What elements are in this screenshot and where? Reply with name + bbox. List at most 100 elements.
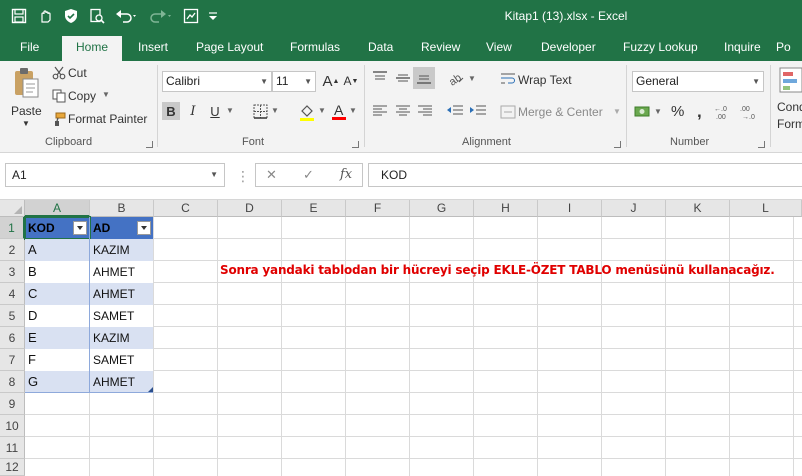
column-header-j[interactable]: J: [602, 200, 666, 217]
table-cell[interactable]: KAZIM: [90, 239, 153, 261]
font-name-combo[interactable]: Calibri ▼: [162, 71, 272, 92]
borders-icon[interactable]: [253, 104, 268, 119]
column-header-i[interactable]: I: [538, 200, 602, 217]
tab-page-layout[interactable]: Page Layout: [196, 38, 263, 61]
table-cell[interactable]: D: [25, 305, 89, 327]
table-cell[interactable]: F: [25, 349, 89, 371]
conditional-formatting-button[interactable]: Cond Form: [775, 65, 802, 131]
table-cell[interactable]: SAMET: [90, 305, 153, 327]
row-header-8[interactable]: 8: [0, 371, 25, 393]
tab-power[interactable]: Po: [776, 38, 791, 61]
table-cell[interactable]: KAZIM: [90, 327, 153, 349]
column-header-d[interactable]: D: [218, 200, 282, 217]
column-header-b[interactable]: B: [90, 200, 154, 217]
table-cell[interactable]: E: [25, 327, 89, 349]
row-header-3[interactable]: 3: [0, 261, 25, 283]
decrease-indent-icon[interactable]: [446, 104, 464, 118]
bottom-align-button[interactable]: [413, 67, 435, 89]
number-launcher-icon[interactable]: [758, 141, 765, 148]
tab-file[interactable]: File: [20, 38, 39, 61]
column-header-l[interactable]: L: [730, 200, 802, 217]
increase-font-icon[interactable]: A ▲: [322, 72, 340, 90]
comma-style-icon[interactable]: ,: [697, 102, 702, 122]
fill-dropdown-icon[interactable]: ▼: [318, 106, 326, 115]
clipboard-launcher-icon[interactable]: [146, 141, 153, 148]
row-header-6[interactable]: 6: [0, 327, 25, 349]
align-left-icon[interactable]: [372, 104, 388, 118]
confirm-entry-icon[interactable]: ✓: [303, 167, 314, 183]
align-right-icon[interactable]: [417, 104, 433, 118]
row-header-2[interactable]: 2: [0, 239, 25, 261]
tab-review[interactable]: Review: [421, 38, 460, 61]
copy-button[interactable]: Copy: [68, 89, 96, 103]
worksheet-grid[interactable]: A B C D E F G H I J K L 1 2 3 4 5 6 7 8 …: [0, 200, 802, 476]
accounting-format-icon[interactable]: [634, 104, 652, 120]
column-header-c[interactable]: C: [154, 200, 218, 217]
row-header-12[interactable]: 12: [0, 459, 25, 476]
table-cell[interactable]: B: [25, 261, 89, 283]
filter-dropdown-icon[interactable]: [73, 221, 87, 235]
row-header-1[interactable]: 1: [0, 217, 25, 239]
column-header-g[interactable]: G: [410, 200, 474, 217]
table-cell[interactable]: AHMET: [90, 371, 153, 393]
table-cell[interactable]: A: [25, 239, 89, 261]
merge-dropdown-icon[interactable]: ▼: [613, 107, 621, 116]
align-center-icon[interactable]: [395, 104, 411, 118]
tab-home[interactable]: Home: [62, 36, 123, 61]
underline-dropdown-icon[interactable]: ▼: [226, 106, 234, 115]
decrease-decimal-icon[interactable]: .00→.0: [740, 104, 760, 120]
column-header-k[interactable]: K: [666, 200, 730, 217]
font-color-dropdown-icon[interactable]: ▼: [349, 106, 357, 115]
insert-function-icon[interactable]: fx: [340, 167, 352, 182]
select-all-button[interactable]: [0, 200, 25, 217]
percent-button[interactable]: %: [671, 103, 684, 120]
borders-dropdown-icon[interactable]: ▼: [271, 106, 279, 115]
underline-button[interactable]: U: [206, 102, 224, 120]
wrap-text-button[interactable]: Wrap Text: [518, 73, 572, 87]
table-cell[interactable]: AHMET: [90, 261, 153, 283]
table-cell[interactable]: G: [25, 371, 89, 393]
tab-insert[interactable]: Insert: [138, 38, 168, 61]
table-resize-handle[interactable]: [148, 387, 153, 392]
cancel-entry-icon[interactable]: ✕: [266, 167, 277, 183]
column-header-a[interactable]: A: [25, 200, 90, 217]
tab-formulas[interactable]: Formulas: [290, 38, 340, 61]
increase-indent-icon[interactable]: [469, 104, 487, 118]
row-header-9[interactable]: 9: [0, 393, 25, 415]
bold-button[interactable]: B: [162, 102, 180, 120]
name-box[interactable]: A1 ▼: [5, 163, 225, 187]
tab-inquire[interactable]: Inquire: [724, 38, 761, 61]
font-launcher-icon[interactable]: [352, 141, 359, 148]
formula-input[interactable]: KOD: [368, 163, 802, 187]
row-header-4[interactable]: 4: [0, 283, 25, 305]
increase-decimal-icon[interactable]: ←.0.00: [714, 104, 734, 120]
number-format-combo[interactable]: General ▼: [632, 71, 764, 92]
fill-color-icon[interactable]: [298, 103, 316, 121]
merge-center-button[interactable]: Merge & Center: [518, 105, 603, 119]
row-header-5[interactable]: 5: [0, 305, 25, 327]
row-header-11[interactable]: 11: [0, 437, 25, 459]
font-color-icon[interactable]: A: [331, 102, 347, 121]
paste-button[interactable]: Paste ▼: [6, 65, 46, 131]
copy-dropdown-icon[interactable]: ▼: [102, 90, 110, 99]
alignment-launcher-icon[interactable]: [614, 141, 621, 148]
tab-view[interactable]: View: [486, 38, 512, 61]
top-align-icon[interactable]: [372, 71, 388, 85]
row-header-10[interactable]: 10: [0, 415, 25, 437]
row-header-7[interactable]: 7: [0, 349, 25, 371]
table-cell[interactable]: C: [25, 283, 89, 305]
column-header-h[interactable]: H: [474, 200, 538, 217]
italic-button[interactable]: I: [184, 102, 202, 120]
column-header-f[interactable]: F: [346, 200, 410, 217]
format-painter-button[interactable]: Format Painter: [68, 112, 147, 126]
tab-developer[interactable]: Developer: [541, 38, 596, 61]
formula-bar-grip-icon[interactable]: ⋮: [236, 168, 251, 185]
filter-dropdown-icon[interactable]: [137, 221, 151, 235]
cut-button[interactable]: Cut: [68, 66, 87, 80]
middle-align-icon[interactable]: [395, 71, 411, 85]
orientation-icon[interactable]: ab: [447, 70, 465, 86]
orientation-dropdown-icon[interactable]: ▼: [468, 74, 476, 83]
font-size-combo[interactable]: 11 ▼: [272, 71, 316, 92]
column-header-e[interactable]: E: [282, 200, 346, 217]
tab-data[interactable]: Data: [368, 38, 393, 61]
